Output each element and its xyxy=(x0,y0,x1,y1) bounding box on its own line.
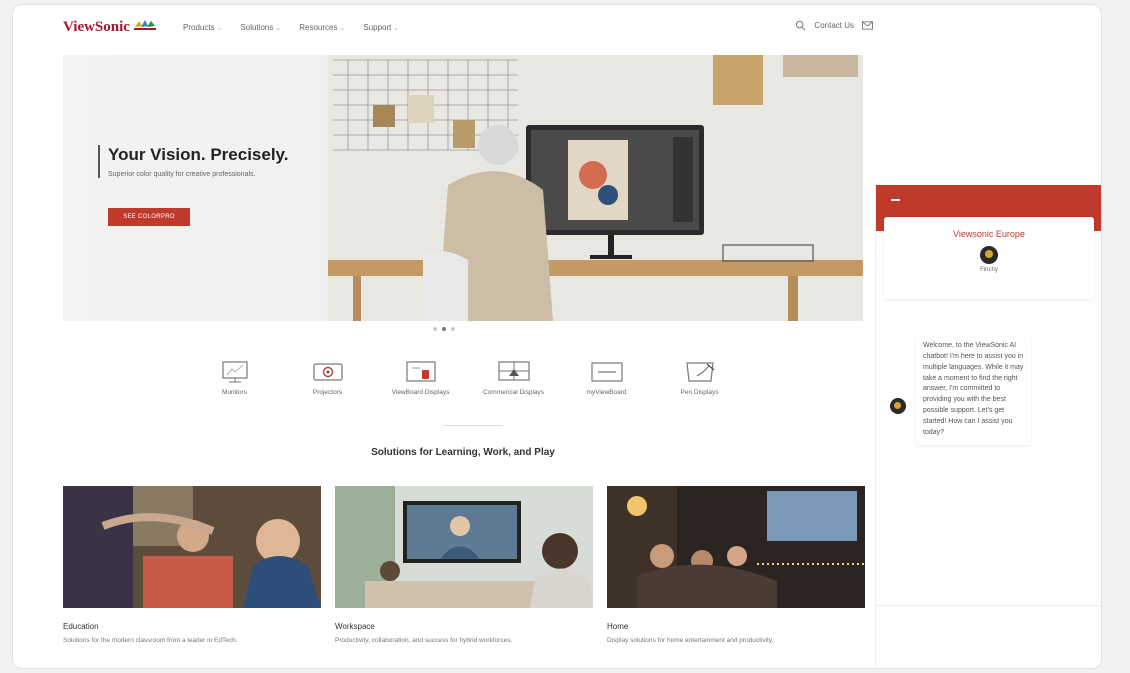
bot-avatar xyxy=(980,246,998,264)
card-description: Solutions for the modern classroom from … xyxy=(63,637,238,644)
category-label: Commercial Displays xyxy=(482,389,545,396)
solution-card-workspace[interactable]: Workspace Productivity, collaboration, a… xyxy=(335,486,593,644)
nav-item-products[interactable]: Products ⌄ xyxy=(183,23,222,32)
category-label: Pen Displays xyxy=(680,389,719,396)
search-icon[interactable] xyxy=(795,20,806,31)
card-title: Workspace xyxy=(335,622,375,631)
hero-carousel-dots xyxy=(433,327,455,331)
pen-display-icon xyxy=(685,362,714,382)
education-image xyxy=(63,486,321,608)
carousel-dot[interactable] xyxy=(433,327,437,331)
message-avatar xyxy=(890,398,906,414)
section-divider xyxy=(443,425,503,426)
carousel-dot[interactable] xyxy=(451,327,455,331)
category-label: myViewBoard xyxy=(586,389,627,396)
category-projectors[interactable]: Projectors xyxy=(281,360,374,396)
projector-icon xyxy=(312,363,343,381)
product-categories: Monitors Projectors ViewBoard Displays C… xyxy=(188,360,746,396)
nav-item-support[interactable]: Support ⌄ xyxy=(363,23,399,32)
chevron-down-icon: ⌄ xyxy=(275,25,282,32)
solution-card-education[interactable]: Education Solutions for the modern class… xyxy=(63,486,321,644)
home-image xyxy=(607,486,865,608)
nav-item-resources[interactable]: Resources ⌄ xyxy=(299,23,345,32)
category-pen-displays[interactable]: Pen Displays xyxy=(653,360,746,396)
header-actions: Contact Us xyxy=(795,20,873,31)
card-title: Education xyxy=(63,622,99,631)
card-description: Productivity, collaboration, and success… xyxy=(335,637,513,644)
chat-company-card: Viewsonic Europe Finchy xyxy=(884,217,1094,299)
browser-frame: ViewSonic Products ⌄ Solutions ⌄ Resources… xyxy=(12,4,1102,669)
viewboard-icon xyxy=(405,361,436,382)
workspace-image xyxy=(335,486,593,608)
hero-banner: Your Vision. Precisely. Superior color q… xyxy=(63,55,863,321)
mail-icon[interactable] xyxy=(862,21,873,30)
chat-input[interactable] xyxy=(876,605,1101,637)
commercial-display-icon xyxy=(497,361,530,381)
bot-name: Finchy xyxy=(980,267,998,273)
category-commercial-displays[interactable]: Commercial Displays xyxy=(467,360,560,396)
site-header: ViewSonic Products ⌄ Solutions ⌄ Resources… xyxy=(63,17,873,41)
category-label: Monitors xyxy=(222,389,247,396)
chevron-down-icon: ⌄ xyxy=(216,25,223,32)
card-title: Home xyxy=(607,622,629,631)
solution-card-home[interactable]: Home Display solutions for home entertai… xyxy=(607,486,865,644)
category-viewboard-displays[interactable]: ViewBoard Displays xyxy=(374,360,467,396)
see-colorpro-button[interactable]: SEE COLORPRO xyxy=(108,208,190,226)
category-label: Projectors xyxy=(312,389,343,396)
contact-us-link[interactable]: Contact Us xyxy=(814,21,854,30)
myviewboard-icon xyxy=(590,362,623,382)
birds-logo-icon xyxy=(134,20,156,30)
minimize-icon[interactable] xyxy=(891,199,900,201)
chat-company-name: Viewsonic Europe xyxy=(953,229,1025,239)
hero-title: Your Vision. Precisely. xyxy=(108,145,289,164)
monitor-icon xyxy=(221,361,248,383)
main-nav: Products ⌄ Solutions ⌄ Resources ⌄ Support ⌄ xyxy=(183,23,399,32)
chevron-down-icon: ⌄ xyxy=(393,25,400,32)
category-myviewboard[interactable]: myViewBoard xyxy=(560,360,653,396)
chat-message: Welcome, to the ViewSonic AI chatbot! I'… xyxy=(916,335,1031,445)
chevron-down-icon: ⌄ xyxy=(339,25,346,32)
hero-image xyxy=(328,55,863,321)
hero-text-block: Your Vision. Precisely. Superior color q… xyxy=(98,145,288,178)
carousel-dot-active[interactable] xyxy=(442,327,446,331)
category-label: ViewBoard Displays xyxy=(391,389,450,396)
viewsonic-logo[interactable]: ViewSonic xyxy=(63,19,130,36)
nav-item-solutions[interactable]: Solutions ⌄ xyxy=(240,23,281,32)
chat-widget: Viewsonic Europe Finchy Welcome, to the … xyxy=(875,185,1101,668)
card-description: Display solutions for home entertainment… xyxy=(607,637,774,644)
category-monitors[interactable]: Monitors xyxy=(188,360,281,396)
hero-subtitle: Superior color quality for creative prof… xyxy=(108,171,256,178)
solutions-title: Solutions for Learning, Work, and Play xyxy=(371,447,555,458)
